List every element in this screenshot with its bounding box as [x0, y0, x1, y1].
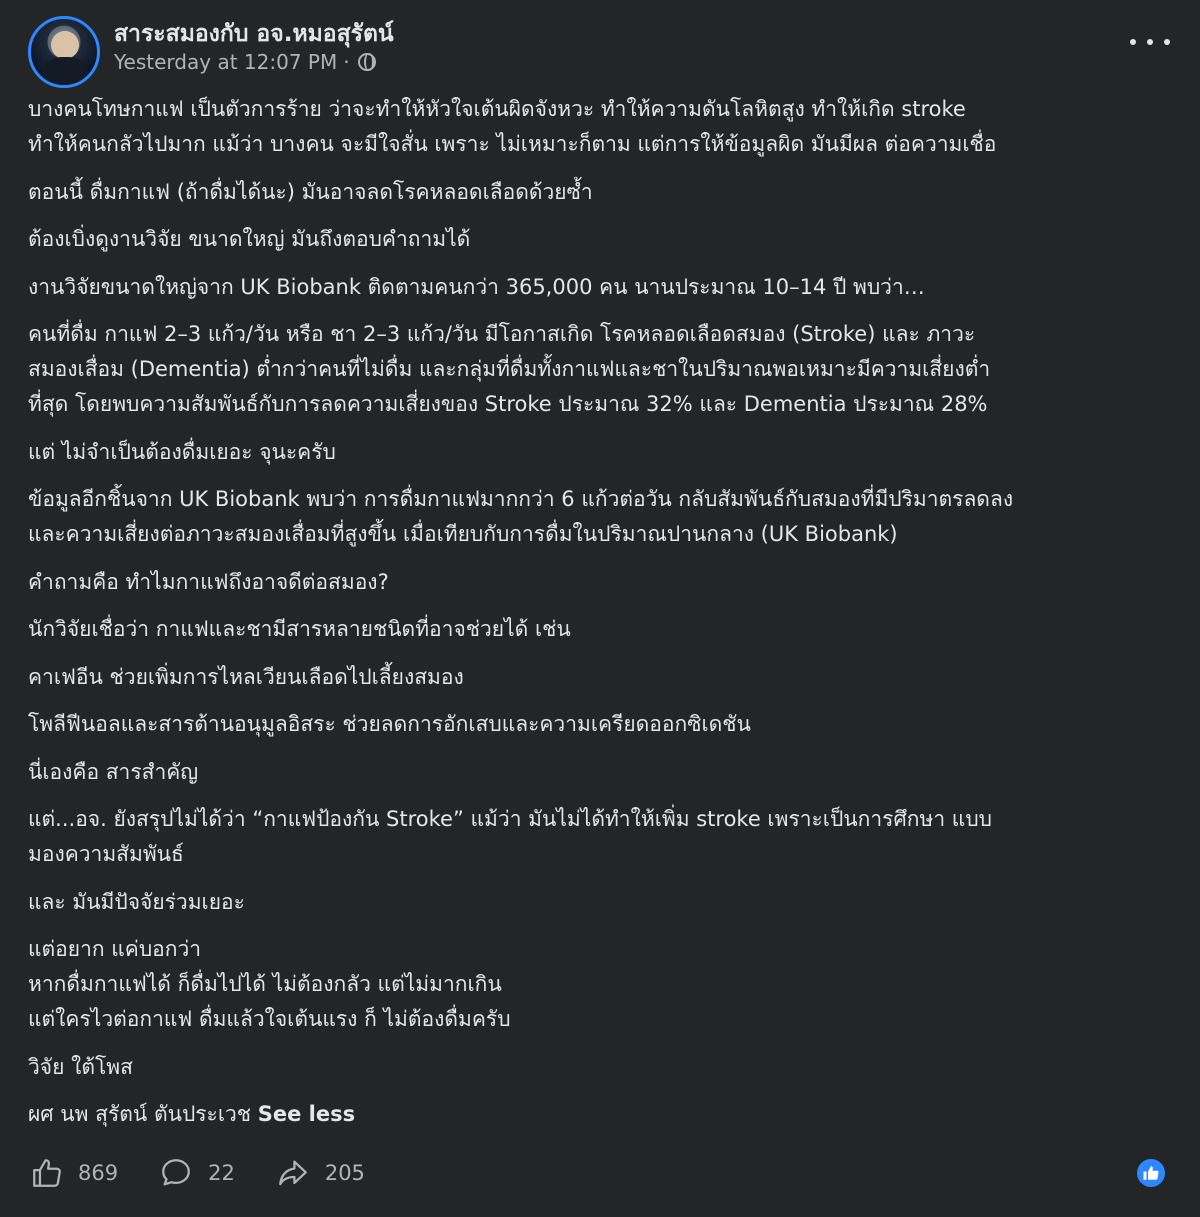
- post-paragraph: คาเฟอีน ช่วยเพิ่มการไหลเวียนเลือดไปเลี้ย…: [28, 660, 1172, 695]
- post-paragraph: ข้อมูลอีกชิ้นจาก UK Biobank พบว่า การดื่…: [28, 482, 1172, 552]
- post-paragraph: โพลีฟีนอลและสารต้านอนุมูลอิสระ ช่วยลดการ…: [28, 707, 1172, 742]
- more-dot: [1164, 39, 1170, 45]
- post-paragraph: คำถามคือ ทำไมกาแฟถึงอาจดีต่อสมอง?: [28, 565, 1172, 600]
- comment-count: 22: [208, 1161, 235, 1185]
- post-text-line: แต่ใครไวต่อกาแฟ ดื่มแล้วใจเต้นแรง ก็ ไม่…: [28, 1007, 511, 1031]
- share-arrow-icon: [278, 1160, 307, 1186]
- post-body: บางคนโทษกาแฟ เป็นตัวการร้าย ว่าจะทำให้หั…: [28, 92, 1172, 1145]
- post-paragraph: แต่...อจ. ยังสรุปไม่ได้ว่า “กาแฟป้องกัน …: [28, 802, 1172, 872]
- more-dot: [1130, 39, 1136, 45]
- post-paragraph: แต่อยาก แค่บอกว่าหากดื่มกาแฟได้ ก็ดื่มไป…: [28, 932, 1172, 1037]
- like-button[interactable]: 869: [30, 1156, 118, 1190]
- post-paragraph: บางคนโทษกาแฟ เป็นตัวการร้าย ว่าจะทำให้หั…: [28, 92, 1172, 162]
- post-text-line: มองความสัมพันธ์: [28, 842, 184, 866]
- avatar-body-shape: [41, 57, 89, 85]
- post-footer: 869 22 205: [30, 1148, 1172, 1198]
- thumbs-up-icon: [33, 1159, 61, 1187]
- post-text-line: แต่...อจ. ยังสรุปไม่ได้ว่า “กาแฟป้องกัน …: [28, 807, 993, 831]
- post-text-line: บางคนโทษกาแฟ เป็นตัวการร้าย ว่าจะทำให้หั…: [28, 97, 966, 121]
- signature: ผศ นพ สุรัตน์ ตันประเวช: [28, 1102, 252, 1126]
- post-text-line: คำถามคือ ทำไมกาแฟถึงอาจดีต่อสมอง?: [28, 569, 389, 594]
- comment-button[interactable]: 22: [158, 1156, 235, 1190]
- like-count: 869: [78, 1161, 119, 1185]
- post-paragraph: ต้องเบิ่งดูงานวิจัย ขนาดใหญ่ มันถึงตอบคำ…: [28, 222, 1172, 257]
- post-text-line: ข้อมูลอีกชิ้นจาก UK Biobank พบว่า การดื่…: [28, 487, 1014, 511]
- post-paragraph: ตอนนี้ ดื่มกาแฟ (ถ้าดื่มได้นะ) มันอาจลดโ…: [28, 175, 1172, 210]
- post-text-line: หากดื่มกาแฟได้ ก็ดื่มไปได้ ไม่ต้องกลัว แ…: [28, 972, 502, 996]
- post-text-line: นี่เองคือ สารสำคัญ: [28, 759, 199, 784]
- post-text-line: วิจัย ใต้โพส: [28, 1054, 133, 1079]
- post-timestamp[interactable]: Yesterday at 12:07 PM: [114, 50, 337, 74]
- meta-separator: ·: [343, 50, 350, 74]
- post-paragraph: และ มันมีปัจจัยร่วมเยอะ: [28, 885, 1172, 920]
- like-reaction-badge[interactable]: [1134, 1156, 1168, 1190]
- comment-bubble-icon: [162, 1159, 190, 1186]
- post-text-line: คาเฟอีน ช่วยเพิ่มการไหลเวียนเลือดไปเลี้ย…: [28, 664, 464, 689]
- post-text-line: นักวิจัยเชื่อว่า กาแฟและชามีสารหลายชนิดท…: [28, 617, 571, 641]
- post-text-line: แต่อยาก แค่บอกว่า: [28, 937, 202, 961]
- see-less-link[interactable]: See less: [258, 1102, 355, 1126]
- post-text-line: งานวิจัยขนาดใหญ่จาก UK Biobank ติดตามคนก…: [28, 274, 925, 299]
- page-avatar[interactable]: [28, 16, 100, 88]
- post-text-line: ต้องเบิ่งดูงานวิจัย ขนาดใหญ่ มันถึงตอบคำ…: [28, 227, 471, 251]
- post-text-line: สมองเสื่อม (Dementia) ต่ำกว่าคนที่ไม่ดื่…: [28, 357, 991, 381]
- more-options-icon[interactable]: [1130, 30, 1170, 54]
- post-paragraph: คนที่ดื่ม กาแฟ 2–3 แก้ว/วัน หรือ ชา 2–3 …: [28, 317, 1172, 422]
- post-text-line: โพลีฟีนอลและสารต้านอนุมูลอิสระ ช่วยลดการ…: [28, 712, 751, 736]
- post-text-line: ที่สุด โดยพบความสัมพันธ์กับการลดความเสี่…: [28, 392, 988, 416]
- post-paragraph: วิจัย ใต้โพส: [28, 1050, 1172, 1085]
- post-text-line: และ มันมีปัจจัยร่วมเยอะ: [28, 889, 245, 914]
- post-text-line: ตอนนี้ ดื่มกาแฟ (ถ้าดื่มได้นะ) มันอาจลดโ…: [28, 179, 593, 204]
- post-meta: Yesterday at 12:07 PM ·: [114, 50, 376, 74]
- signature-paragraph: ผศ นพ สุรัตน์ ตันประเวช See less: [28, 1097, 1172, 1132]
- post-header: สาระสมองกับ อจ.หมอสุรัตน์ Yesterday at 1…: [28, 10, 1172, 88]
- more-dot: [1147, 39, 1153, 45]
- thumbs-up-icon: [1143, 1166, 1159, 1180]
- post-text-line: คนที่ดื่ม กาแฟ 2–3 แก้ว/วัน หรือ ชา 2–3 …: [28, 322, 976, 346]
- post-paragraph: แต่ ไม่จำเป็นต้องดื่มเยอะ จุนะครับ: [28, 435, 1172, 470]
- share-button[interactable]: 205: [275, 1156, 365, 1190]
- post-paragraph: นักวิจัยเชื่อว่า กาแฟและชามีสารหลายชนิดท…: [28, 612, 1172, 647]
- post-text-line: และความเสี่ยงต่อภาวะสมองเสื่อมที่สูงขึ้น…: [28, 522, 898, 546]
- post-text-line: ทำให้คนกลัวไปมาก แม้ว่า บางคน จะมีใจสั่น…: [28, 132, 997, 156]
- post-paragraph: นี่เองคือ สารสำคัญ: [28, 755, 1172, 790]
- post-paragraph: งานวิจัยขนาดใหญ่จาก UK Biobank ติดตามคนก…: [28, 270, 1172, 305]
- globe-icon[interactable]: [357, 53, 376, 71]
- facebook-post: สาระสมองกับ อจ.หมอสุรัตน์ Yesterday at 1…: [0, 0, 1200, 1217]
- post-text-line: แต่ ไม่จำเป็นต้องดื่มเยอะ จุนะครับ: [28, 439, 336, 464]
- share-count: 205: [324, 1161, 365, 1185]
- page-name[interactable]: สาระสมองกับ อจ.หมอสุรัตน์: [114, 16, 394, 52]
- avatar-head-shape: [51, 31, 79, 59]
